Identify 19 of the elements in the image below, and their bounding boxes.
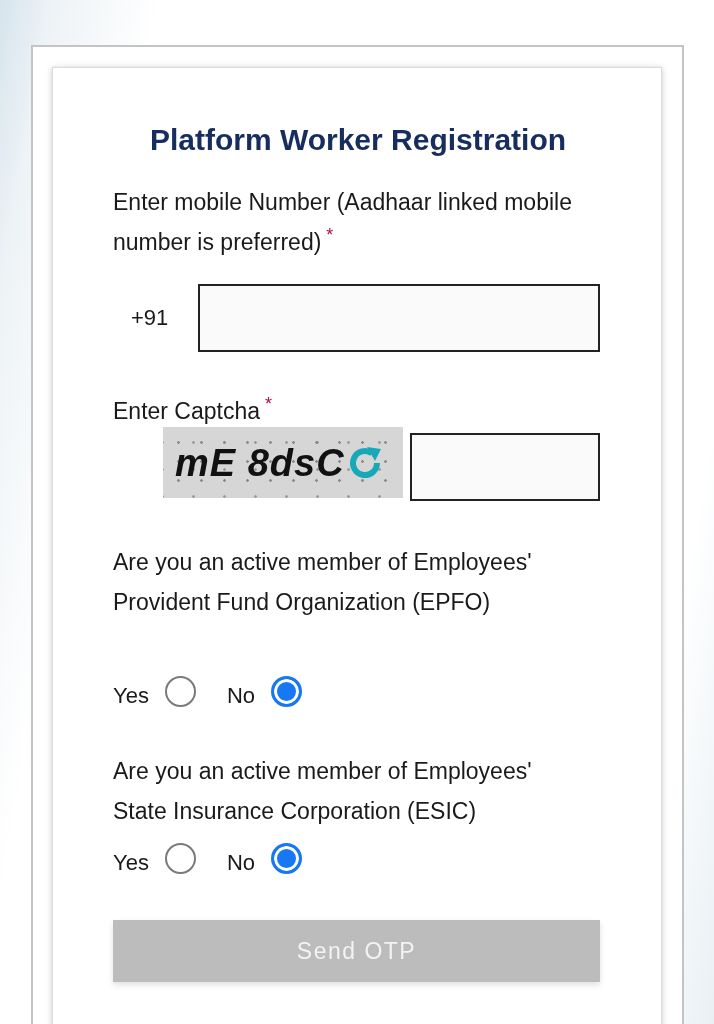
captcha-label: Enter Captcha $^{*}$ [113,395,274,426]
captcha-text: mE 8dsC [175,440,345,485]
form-title: Platform Worker Registration [148,122,568,158]
mobile-input-field[interactable] [198,284,600,352]
question-text: Are you an active member of Employees' Provident Fund Organization (EPFO) [113,548,533,617]
option-label[interactable]: Yes [113,683,149,709]
radio-button[interactable] [271,842,302,874]
question-text: Are you an active member of Employees' State Insurance Corporation (ESIC) [113,757,533,826]
option-label[interactable]: No [226,683,255,709]
required-mark: * [265,394,273,414]
radio-button[interactable] [271,675,302,707]
option-label[interactable]: Yes [113,850,149,876]
mobile-label: Enter mobile Number (Aadhaar linked mobile number is preferred) $^{*}$ [113,188,573,257]
captcha-input-field[interactable] [410,433,600,501]
radio-button[interactable] [164,675,196,707]
option-label[interactable]: No [226,850,255,876]
required-mark: * [326,225,334,245]
country-code: +91 [130,305,170,331]
radio-button[interactable] [164,842,196,874]
